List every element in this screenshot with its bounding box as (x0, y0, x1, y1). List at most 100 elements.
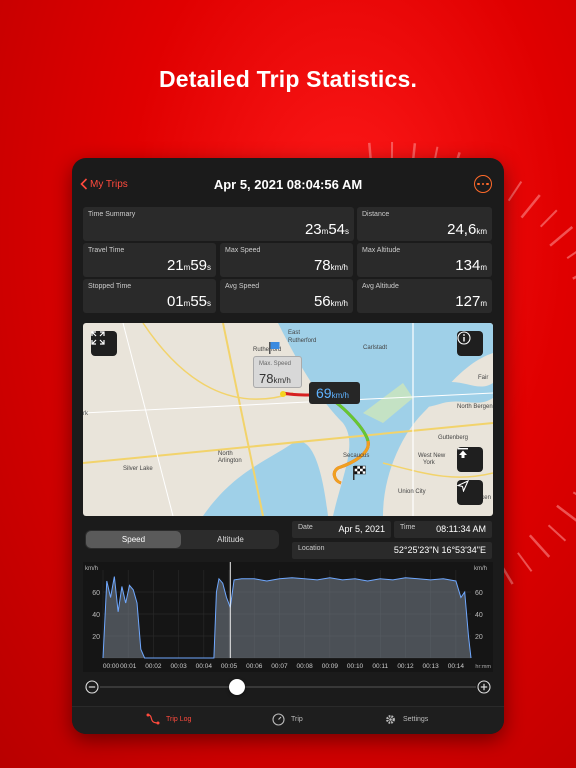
route-icon (146, 713, 160, 725)
zoom-in-icon[interactable] (477, 680, 491, 694)
tab-trip-log[interactable]: Trip Log (146, 713, 191, 725)
map-place-label: Guttenberg (438, 435, 469, 441)
speedometer-tick (507, 180, 523, 202)
stat-travel-time: Travel Time 21m59s (83, 243, 216, 277)
segment-speed[interactable]: Speed (86, 531, 181, 548)
map-info-button[interactable] (457, 331, 483, 356)
stat-label: Avg Speed (225, 283, 260, 290)
locate-me-button[interactable] (457, 480, 483, 505)
info-time-value: 08:11:34 AM (436, 524, 486, 534)
chart-x-tick-label: 00:07 (271, 663, 288, 670)
map-place-label: Secaucus (343, 453, 370, 459)
chart-x-tick-label: 00:11 (372, 663, 388, 670)
stat-label: Time Summary (88, 211, 136, 218)
current-speed-callout: 69km/h (309, 382, 360, 404)
speedometer-tick (566, 250, 576, 260)
zoom-out-icon[interactable] (85, 680, 99, 694)
map-place-label: Rutherford (288, 338, 317, 344)
gear-icon (386, 715, 395, 724)
tab-trip-label: Trip (291, 716, 303, 723)
tab-settings[interactable]: Settings (384, 713, 428, 726)
chart-y-tick-label: 60 (92, 590, 100, 597)
info-date-value: Apr 5, 2021 (338, 524, 385, 534)
timeline-slider[interactable] (84, 678, 492, 696)
segment-altitude[interactable]: Altitude (183, 531, 278, 548)
chart-x-tick-label: 00:14 (448, 663, 465, 670)
map-place-label: East (288, 330, 301, 336)
jump-to-top-icon (458, 448, 468, 458)
speedometer-tick (547, 524, 567, 542)
info-location-label: Location (298, 545, 325, 552)
stat-value: 23m54s (304, 221, 349, 238)
chart-x-tick-label: 00:02 (145, 663, 162, 670)
chart-y-tick-label: 20 (475, 634, 483, 641)
speed-area (103, 576, 471, 658)
chart-x-unit-label: hr:mm (475, 664, 491, 670)
speedometer-tick (517, 552, 533, 572)
map-top-button[interactable] (457, 447, 483, 472)
info-location: Location 52°25'23"N 16°53'34"E (292, 542, 492, 559)
route-map[interactable]: East Rutherford Carlstadt Secaucus North… (83, 323, 493, 516)
tab-trip-log-label: Trip Log (166, 715, 192, 723)
expand-icon (91, 331, 105, 345)
stat-label: Avg Altitude (362, 283, 399, 290)
headline: Detailed Trip Statistics. (158, 66, 418, 92)
info-date: Date Apr 5, 2021 (292, 521, 391, 538)
chart-y-unit-label: km/h (85, 566, 98, 572)
stat-value: 24,6km (447, 221, 487, 238)
info-time: Time 08:11:34 AM (394, 521, 492, 538)
map-place-label: Silver Lake (123, 466, 153, 472)
stat-label: Max Speed (225, 247, 261, 254)
speedometer-tick (549, 226, 574, 247)
tab-bar: Trip Log Trip Settings (72, 706, 504, 734)
speed-chart[interactable]: 60 60 40 40 20 20 km/h km/h 00:00 00:01 00:02 00:03… (83, 562, 493, 672)
map-place-label: North Bergen (457, 404, 493, 410)
chart-y-tick-label: 60 (475, 590, 483, 597)
more-options-icon[interactable] (474, 175, 492, 193)
speedometer-tick (556, 504, 576, 522)
stat-distance: Distance 24,6km (357, 207, 492, 241)
chart-y-tick-label: 40 (475, 612, 483, 619)
chart-x-tick-label: 00:00 (103, 663, 120, 670)
chart-x-tick-label: 00:10 (347, 663, 364, 670)
map-place-label: West New (418, 453, 446, 459)
current-speed-callout-value: 69km/h (316, 385, 349, 401)
map-place-label: Fair (478, 375, 489, 381)
max-speed-callout-title: Max. Speed (259, 361, 292, 367)
stat-label: Travel Time (88, 247, 125, 254)
chart-y-tick-label: 40 (92, 612, 100, 619)
expand-map-button[interactable] (91, 331, 117, 356)
stat-label: Distance (362, 211, 390, 218)
chart-mode-segmented-control: Speed Altitude (85, 530, 279, 549)
info-icon (457, 331, 471, 345)
info-date-label: Date (298, 524, 313, 531)
speedometer-tick (528, 534, 551, 558)
chart-x-tick-label: 00:12 (397, 663, 414, 670)
speedometer-icon (272, 713, 285, 726)
map-place-label: Carlstadt (363, 345, 388, 351)
info-time-label: Time (400, 524, 416, 531)
max-speed-callout: Max. Speed 78km/h (253, 356, 302, 388)
stat-value: 21m59s (166, 257, 211, 274)
stat-label: Max Altitude (362, 247, 401, 254)
stat-time-summary: Time Summary 23m54s (83, 207, 354, 241)
route-start-marker (280, 391, 286, 397)
map-place-label: Union City (398, 489, 426, 495)
stat-max-speed: Max Speed 78km/h (220, 243, 353, 277)
tab-trip[interactable]: Trip (272, 713, 303, 726)
chart-x-tick-label: 00:08 (297, 663, 314, 670)
map-place-label: Arlington (218, 458, 242, 464)
chart-x-tick-label: 00:05 (221, 663, 238, 670)
start-flag-icon (269, 342, 280, 354)
stat-value: 01m55s (166, 293, 211, 310)
map-place-label: York (423, 460, 435, 466)
slider-thumb[interactable] (229, 679, 245, 695)
finish-flag-icon (353, 465, 366, 480)
location-arrow-icon (457, 480, 469, 492)
tab-settings-label: Settings (403, 716, 429, 723)
chart-x-tick-label: 00:13 (423, 663, 440, 670)
stat-value: 56km/h (313, 293, 348, 310)
nav-title: Apr 5, 2021 08:04:56 AM (213, 177, 363, 192)
stat-value: 134m (455, 257, 487, 274)
chart-x-tick-label: 00:09 (322, 663, 339, 670)
